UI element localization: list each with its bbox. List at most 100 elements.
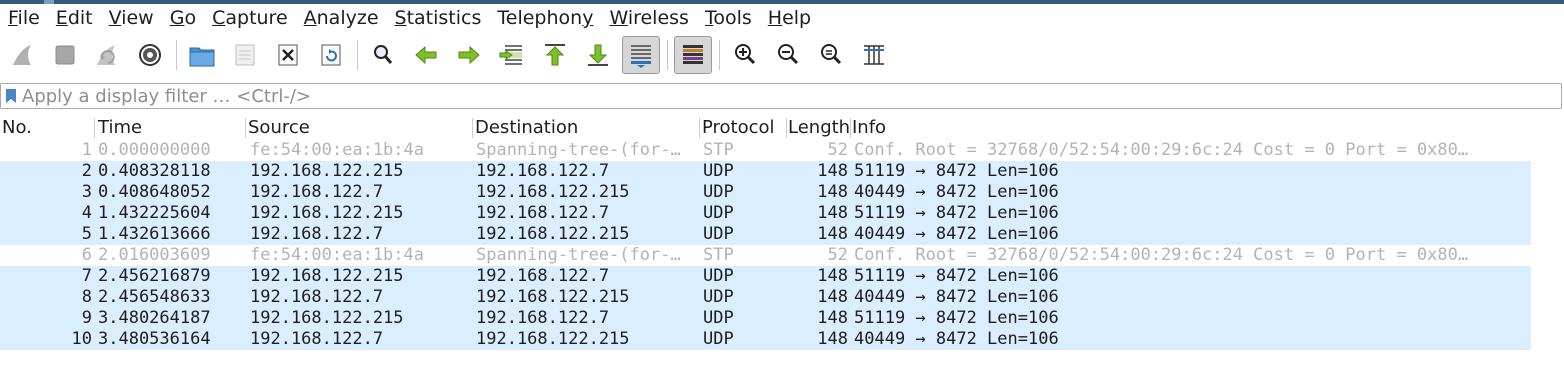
menu-wireless[interactable]: Wireless	[601, 4, 697, 32]
go-to-packet-button[interactable]	[493, 36, 531, 74]
menu-statistics[interactable]: Statistics	[387, 4, 490, 32]
reload-icon	[321, 44, 341, 66]
packet-row[interactable]: 7 2.456216879 192.168.122.215 192.168.12…	[0, 266, 1531, 287]
menu-wireless-mnemonic: W	[609, 7, 628, 29]
menu-help[interactable]: Help	[760, 4, 819, 32]
column-header-time[interactable]: Time	[96, 116, 244, 140]
capture-options-button[interactable]	[131, 36, 169, 74]
packet-destination: 192.168.122.7	[476, 203, 610, 223]
packet-length: 148	[817, 287, 848, 307]
zoom-in-icon	[735, 44, 756, 65]
open-file-button[interactable]	[183, 36, 221, 74]
packet-protocol: UDP	[703, 161, 734, 181]
packet-no: 1	[81, 140, 92, 160]
packet-length: 148	[817, 329, 848, 349]
close-file-icon	[278, 44, 298, 66]
column-header-source[interactable]: Source	[246, 116, 471, 140]
menu-tools[interactable]: Tools	[697, 4, 760, 32]
colorize-button[interactable]	[674, 36, 712, 74]
packet-source: 192.168.122.7	[250, 329, 384, 349]
packet-info: Conf. Root = 32768/0/52:54:00:29:6c:24 C…	[854, 245, 1469, 265]
menu-help-mnemonic: H	[767, 7, 783, 29]
column-header-destination[interactable]: Destination	[473, 116, 698, 140]
reload-file-button[interactable]	[312, 36, 350, 74]
folder-icon	[189, 47, 215, 67]
packet-protocol: UDP	[703, 182, 734, 202]
packet-time: 2.016003609	[98, 245, 211, 265]
packet-info: 51119 → 8472 Len=106	[854, 308, 1059, 328]
menu-telephony-mnemonic: y	[582, 7, 594, 29]
packet-row[interactable]: 5 1.432613666 192.168.122.7 192.168.122.…	[0, 224, 1531, 245]
jump-to-packet-icon	[499, 45, 522, 65]
packet-row[interactable]: 9 3.480264187 192.168.122.215 192.168.12…	[0, 308, 1531, 329]
menu-analyze[interactable]: Analyze	[296, 4, 387, 32]
menu-view[interactable]: View	[101, 4, 162, 32]
find-packet-button[interactable]	[364, 36, 402, 74]
packet-protocol: UDP	[703, 329, 734, 349]
packet-length: 148	[817, 182, 848, 202]
zoom-out-button[interactable]	[769, 36, 807, 74]
column-divider[interactable]	[94, 118, 95, 138]
go-to-last-button[interactable]	[579, 36, 617, 74]
packet-source: 192.168.122.215	[250, 308, 404, 328]
auto-scroll-icon	[631, 45, 651, 68]
menu-view-mnemonic: V	[108, 7, 122, 29]
display-filter-bar	[0, 83, 1562, 109]
menu-tools-rest: ools	[713, 7, 752, 29]
go-to-first-button[interactable]	[536, 36, 574, 74]
resize-columns-button[interactable]	[855, 36, 893, 74]
packet-destination: 192.168.122.215	[476, 182, 630, 202]
menu-statistics-rest: tatistics	[406, 7, 482, 29]
packet-no: 6	[81, 245, 92, 265]
stop-capture-button[interactable]	[46, 36, 84, 74]
menu-capture[interactable]: Capture	[204, 4, 296, 32]
column-header-info[interactable]: Info	[850, 116, 1530, 140]
restart-capture-button[interactable]	[88, 36, 126, 74]
menu-telephony[interactable]: Telephony	[489, 4, 601, 32]
packet-row[interactable]: 2 0.408328118 192.168.122.215 192.168.12…	[0, 161, 1531, 182]
menu-file[interactable]: File	[0, 4, 48, 32]
menu-edit-rest: dit	[67, 7, 93, 29]
packet-row[interactable]: 10 3.480536164 192.168.122.7 192.168.122…	[0, 329, 1531, 350]
zoom-normal-icon	[821, 44, 842, 65]
normal-size-button[interactable]	[812, 36, 850, 74]
resize-columns-icon	[864, 45, 884, 65]
packet-length: 148	[817, 224, 848, 244]
menu-help-rest: elp	[782, 7, 812, 29]
packet-info: 40449 → 8472 Len=106	[854, 287, 1059, 307]
toolbar-separator	[176, 40, 177, 70]
close-file-button[interactable]	[269, 36, 307, 74]
toolbar-separator	[719, 40, 720, 70]
menu-go[interactable]: Go	[162, 4, 204, 32]
packet-row[interactable]: 8 2.456548633 192.168.122.7 192.168.122.…	[0, 287, 1531, 308]
start-capture-button[interactable]	[4, 36, 42, 74]
zoom-in-button[interactable]	[726, 36, 764, 74]
packet-info: 40449 → 8472 Len=106	[854, 182, 1059, 202]
display-filter-input[interactable]	[22, 84, 1552, 108]
go-back-button[interactable]	[407, 36, 445, 74]
packet-row[interactable]: 3 0.408648052 192.168.122.7 192.168.122.…	[0, 182, 1531, 203]
packet-time: 1.432225604	[98, 203, 211, 223]
packet-source: fe:54:00:ea:1b:4a	[250, 140, 424, 160]
bookmark-icon[interactable]	[5, 88, 17, 104]
zoom-out-icon	[778, 44, 799, 65]
column-header-length[interactable]: Length	[786, 116, 850, 140]
packet-row[interactable]: 4 1.432225604 192.168.122.215 192.168.12…	[0, 203, 1531, 224]
packet-no: 8	[81, 287, 92, 307]
packet-no: 9	[81, 308, 92, 328]
packet-row[interactable]: 6 2.016003609 fe:54:00:ea:1b:4a Spanning…	[0, 245, 1531, 266]
save-file-button[interactable]	[226, 36, 264, 74]
packet-info: Conf. Root = 32768/0/52:54:00:29:6c:24 C…	[854, 140, 1469, 160]
menu-analyze-mnemonic: A	[303, 7, 317, 29]
column-header-no[interactable]: No.	[0, 116, 94, 140]
packet-row[interactable]: 1 0.000000000 fe:54:00:ea:1b:4a Spanning…	[0, 140, 1531, 161]
go-forward-button[interactable]	[450, 36, 488, 74]
toolbar-separator	[667, 40, 668, 70]
packet-length: 148	[817, 161, 848, 181]
packet-time: 3.480264187	[98, 308, 211, 328]
column-header-protocol[interactable]: Protocol	[700, 116, 785, 140]
packet-time: 0.408648052	[98, 182, 211, 202]
packet-no: 10	[71, 329, 92, 349]
auto-scroll-button[interactable]	[622, 36, 660, 74]
menu-edit[interactable]: Edit	[48, 4, 101, 32]
